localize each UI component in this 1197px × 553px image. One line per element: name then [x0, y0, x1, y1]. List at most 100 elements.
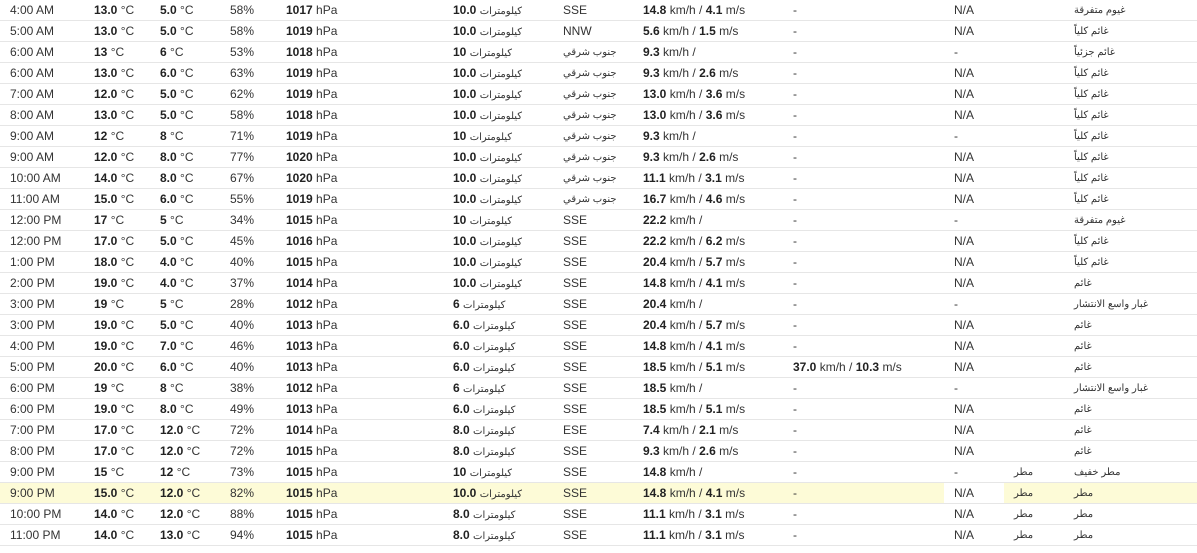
visibility-unit: كيلومترات — [469, 216, 513, 227]
pressure-unit: hPa — [316, 423, 338, 437]
heat-index-cell: - — [944, 293, 1004, 315]
gust-empty: - — [793, 297, 797, 311]
visibility-unit: كيلومترات — [463, 300, 506, 311]
wind-direction-value: SSE — [563, 507, 588, 521]
wind-unit-ms: m/s — [725, 234, 746, 248]
condition-cell: غائم كلياً — [1064, 125, 1197, 147]
temperature-value: 20.0 — [94, 360, 118, 374]
pressure-unit: hPa — [316, 339, 338, 353]
gust-empty: - — [793, 507, 797, 521]
pressure-value: 1013 — [286, 402, 313, 416]
wind-unit-kmh: km/h — [669, 171, 696, 185]
humidity-value: 40% — [230, 318, 255, 332]
wind-direction-value: SSE — [563, 402, 588, 416]
events-cell — [1004, 20, 1064, 42]
visibility-value: 10.0 — [453, 234, 477, 248]
wind-speed-cell: 18.5 km/h / — [633, 377, 783, 399]
weather-history-table: 4:00 AM 13.0 °C 5.0 °C 58% 1017 hPa 10.0 كيلو… — [0, 0, 1197, 546]
dew-point-value: 12.0 — [160, 423, 184, 437]
gust-empty: - — [793, 213, 797, 227]
dew-point-cell: 8.0 °C — [150, 146, 220, 168]
visibility-value: 6.0 — [453, 360, 470, 374]
pressure-unit: hPa — [316, 444, 338, 458]
condition-cell: غائم — [1064, 419, 1197, 441]
visibility-cell: 10 كيلومترات — [443, 461, 553, 483]
events-cell — [1004, 314, 1064, 336]
visibility-value: 6.0 — [453, 318, 470, 332]
wind-speed-cell: 18.5 km/h / 5.1 m/s — [633, 356, 783, 378]
pressure-unit: hPa — [316, 255, 338, 269]
time-value: 6:00 PM — [10, 381, 55, 395]
heat-index-cell: N/A — [944, 419, 1004, 441]
temperature-value: 12 — [94, 129, 108, 143]
wind-direction-cell: SSE — [553, 377, 633, 399]
humidity-value: 71% — [230, 129, 255, 143]
wind-unit-kmh: km/h — [663, 444, 690, 458]
gust-empty: - — [793, 3, 797, 17]
dew-point-unit: °C — [170, 129, 184, 143]
wind-gust-cell: - — [783, 503, 944, 525]
humidity-cell: 49% — [220, 398, 276, 420]
wind-unit-kmh: km/h — [663, 129, 690, 143]
wind-direction-cell: SSE — [553, 293, 633, 315]
wind-gust-cell: - — [783, 524, 944, 546]
condition-cell: غائم كلياً — [1064, 167, 1197, 189]
visibility-value: 8.0 — [453, 507, 470, 521]
temperature-unit: °C — [120, 423, 135, 437]
dew-point-cell: 6 °C — [150, 41, 220, 63]
humidity-cell: 58% — [220, 0, 276, 21]
heat-index-cell: - — [944, 461, 1004, 483]
heat-index-value: N/A — [954, 276, 975, 290]
dew-point-cell: 12 °C — [150, 461, 220, 483]
wind-unit-ms: m/s — [719, 66, 739, 80]
pressure-value: 1017 — [286, 3, 313, 17]
condition-cell: غائم كلياً — [1064, 188, 1197, 210]
events-cell — [1004, 0, 1064, 21]
temperature-cell: 19.0 °C — [84, 272, 150, 294]
pressure-cell: 1015 hPa — [276, 461, 443, 483]
pressure-value: 1016 — [286, 234, 313, 248]
pressure-value: 1015 — [286, 255, 313, 269]
pressure-value: 1015 — [286, 213, 313, 227]
time-cell: 4:00 AM — [0, 0, 84, 21]
wind-direction-value: SSE — [563, 276, 588, 290]
temperature-value: 14.0 — [94, 171, 118, 185]
heat-index-value: N/A — [954, 444, 975, 458]
humidity-cell: 45% — [220, 230, 276, 252]
humidity-cell: 58% — [220, 20, 276, 42]
heat-index-value: N/A — [954, 234, 975, 248]
pressure-value: 1018 — [286, 108, 313, 122]
gust-empty: - — [793, 276, 797, 290]
pressure-value: 1013 — [286, 360, 313, 374]
dew-point-cell: 8.0 °C — [150, 167, 220, 189]
wind-unit-kmh: km/h — [663, 423, 690, 437]
wind-unit-ms: m/s — [725, 255, 746, 269]
heat-index-cell: N/A — [944, 0, 1004, 21]
table-row: 10:00 PM 14.0 °C 12.0 °C 88% 1015 hPa 8.0 كيل… — [0, 503, 1197, 525]
pressure-unit: hPa — [316, 45, 338, 59]
time-cell: 2:00 PM — [0, 272, 84, 294]
pressure-cell: 1012 hPa — [276, 293, 443, 315]
wind-speed-ms: 1.5 — [699, 24, 716, 38]
visibility-value: 6 — [453, 381, 460, 395]
dew-point-cell: 4.0 °C — [150, 251, 220, 273]
wind-speed-cell: 13.0 km/h / 3.6 m/s — [633, 83, 783, 105]
visibility-unit: كيلومترات — [473, 405, 516, 416]
condition-value: مطر — [1074, 508, 1094, 520]
temperature-cell: 13.0 °C — [84, 20, 150, 42]
time-value: 9:00 AM — [10, 150, 55, 164]
wind-gust-cell: - — [783, 293, 944, 315]
heat-index-value: N/A — [954, 423, 975, 437]
wind-speed-kmh: 16.7 — [643, 192, 667, 206]
wind-gust-cell: 37.0 km/h / 10.3 m/s — [783, 356, 944, 378]
temperature-unit: °C — [120, 444, 135, 458]
wind-gust-cell: - — [783, 41, 944, 63]
condition-value: غيوم متفرقة — [1074, 4, 1126, 16]
wind-speed-cell: 14.8 km/h / 4.1 m/s — [633, 0, 783, 21]
humidity-cell: 71% — [220, 125, 276, 147]
events-cell — [1004, 440, 1064, 462]
time-value: 7:00 AM — [10, 87, 55, 101]
temperature-unit: °C — [120, 318, 135, 332]
visibility-cell: 6.0 كيلومترات — [443, 314, 553, 336]
events-value: مطر — [1014, 487, 1034, 499]
